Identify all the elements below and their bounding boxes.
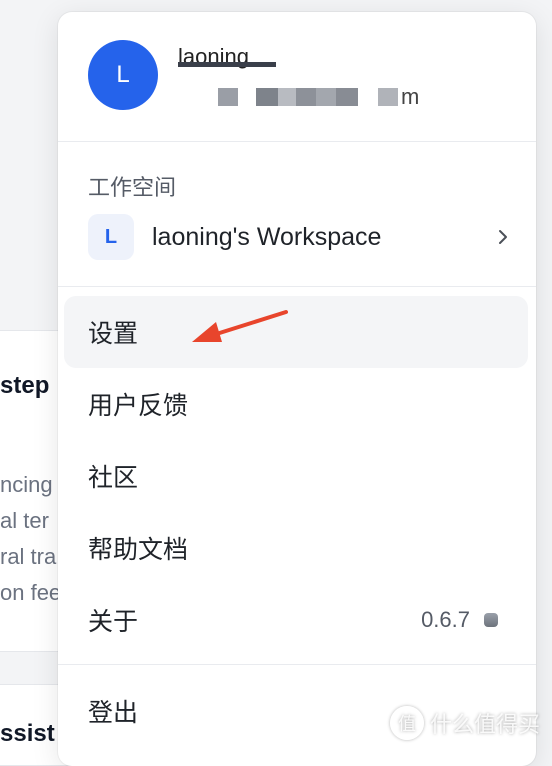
menu-item-label: 用户反馈: [88, 392, 189, 420]
menu-item-label: 社区: [88, 464, 139, 492]
workspace-section-label: 工作空间: [88, 175, 177, 200]
menu-item-label: 帮助文档: [88, 536, 189, 564]
divider: [58, 141, 536, 142]
menu-item-about[interactable]: 关于 0.6.7: [64, 584, 528, 656]
watermark: 值 什么值得买: [389, 706, 540, 740]
avatar-letter: L: [116, 61, 130, 88]
menu-item-feedback[interactable]: 用户反馈: [64, 368, 528, 440]
menu-item-label: 设置: [88, 320, 139, 348]
background-text-line: ral tra: [0, 544, 57, 569]
version-label: 0.6.7: [421, 607, 470, 632]
workspace-switcher[interactable]: L laoning's Workspace: [88, 213, 510, 261]
workspace-icon-letter: L: [104, 225, 118, 248]
version-status-icon: [484, 613, 498, 627]
menu-item-community[interactable]: 社区: [64, 440, 528, 512]
annotation-arrow-icon: [192, 310, 288, 342]
chevron-right-icon: [499, 230, 507, 244]
divider: [58, 286, 536, 287]
watermark-text: 什么值得买: [429, 712, 540, 737]
watermark-logo-icon: 值: [389, 706, 424, 740]
background-text-line: al ter: [0, 508, 49, 533]
background-text-line: ncing: [0, 472, 53, 497]
redaction-strike: [178, 62, 276, 67]
background-card-title: ssist: [0, 720, 55, 747]
menu-item-settings[interactable]: 设置: [64, 296, 528, 368]
menu-item-label: 关于: [88, 608, 139, 636]
user-avatar: L: [88, 40, 158, 110]
account-menu: L laoning m 工作空间 L laoning's Workspace 设…: [58, 12, 536, 766]
user-email: m: [401, 84, 420, 109]
watermark-logo-char: 值: [397, 714, 416, 734]
workspace-name: laoning's Workspace: [152, 222, 382, 251]
menu-item-label: 登出: [88, 699, 139, 727]
workspace-icon: L: [88, 214, 134, 260]
background-card-title: step: [0, 372, 50, 399]
background-text-line: on fee: [0, 580, 62, 605]
divider: [58, 664, 536, 665]
menu-item-docs[interactable]: 帮助文档: [64, 512, 528, 584]
